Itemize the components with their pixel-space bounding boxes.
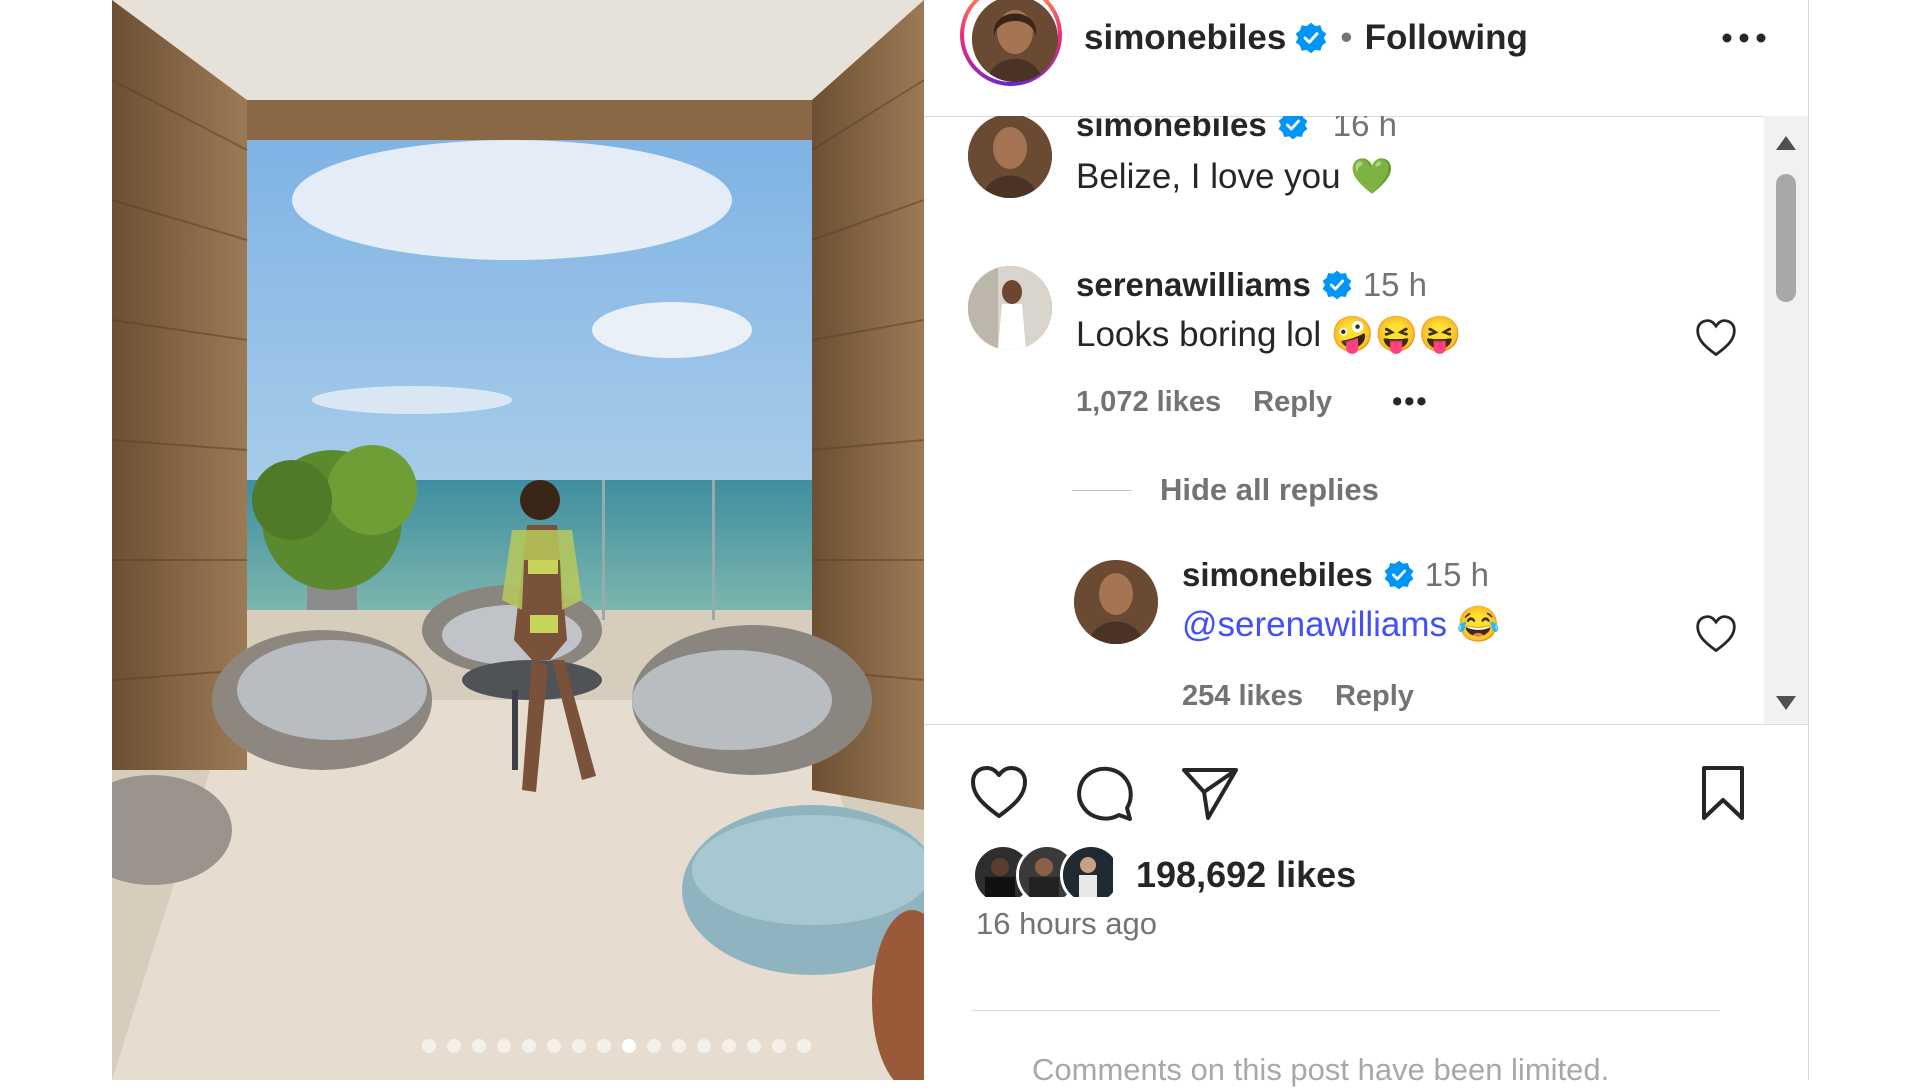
reply-avatar[interactable]: [1074, 560, 1158, 644]
comment-avatar[interactable]: [968, 116, 1052, 198]
comment-avatar[interactable]: [968, 266, 1052, 350]
verified-badge-icon: [1295, 22, 1327, 54]
following-button[interactable]: Following: [1365, 18, 1528, 58]
comment-header: simonebiles 16 h: [1076, 116, 1397, 144]
carousel-dot: [772, 1039, 786, 1053]
carousel-dot: [622, 1039, 636, 1053]
post-likes-count[interactable]: 198,692 likes: [1136, 854, 1356, 896]
scroll-down-arrow-icon[interactable]: [1774, 694, 1798, 714]
comment-time: 15 h: [1362, 266, 1428, 303]
reply-likes[interactable]: 254 likes: [1182, 680, 1303, 713]
comments-list[interactable]: simonebiles 16 h Belize, I love you 💚 se…: [924, 116, 1808, 725]
likes-summary: 198,692 likes: [972, 844, 1356, 906]
comment-meta: 1,072 likes Reply •••: [1076, 386, 1429, 419]
comments-scrollbar[interactable]: [1764, 116, 1808, 724]
separator-dot: •: [1340, 18, 1353, 57]
like-comment-icon[interactable]: [1694, 316, 1738, 360]
carousel-dot: [422, 1039, 436, 1053]
story-ring[interactable]: [960, 0, 1062, 86]
author-username[interactable]: simonebiles: [1084, 18, 1286, 58]
reply-meta: 254 likes Reply: [1182, 680, 1414, 713]
mention-link[interactable]: @serenawilliams: [1182, 605, 1447, 644]
bookmark-icon[interactable]: [1692, 762, 1754, 824]
carousel-dot: [647, 1039, 661, 1053]
reply-header: simonebiles 15 h: [1182, 556, 1489, 594]
more-options-icon: [1722, 33, 1766, 43]
carousel-dot: [547, 1039, 561, 1053]
comment-text: Looks boring lol 🤪😝😝: [1076, 315, 1462, 354]
reply-button[interactable]: Reply: [1253, 386, 1332, 419]
carousel-dot: [797, 1039, 811, 1053]
comment-time: 16 h: [1332, 116, 1397, 143]
post-image[interactable]: [112, 0, 924, 1080]
author-avatar[interactable]: [972, 0, 1058, 82]
hide-replies-button[interactable]: Hide all replies: [1072, 472, 1379, 508]
comment-header: serenawilliams 15 h: [1076, 266, 1427, 304]
carousel-dot: [572, 1039, 586, 1053]
carousel-dot: [497, 1039, 511, 1053]
verified-badge-icon: [1384, 560, 1414, 590]
post-timestamp: 16 hours ago: [976, 906, 1157, 941]
verified-badge-icon: [1322, 270, 1352, 300]
comment-icon[interactable]: [1074, 762, 1136, 824]
carousel-dot: [697, 1039, 711, 1053]
send-icon[interactable]: [1178, 762, 1240, 824]
scroll-up-arrow-icon[interactable]: [1774, 132, 1798, 152]
comment-more-button[interactable]: •••: [1392, 386, 1428, 419]
like-reply-icon[interactable]: [1694, 612, 1738, 656]
reply-username[interactable]: simonebiles: [1182, 556, 1373, 594]
reply-button[interactable]: Reply: [1335, 680, 1414, 713]
carousel-dot: [597, 1039, 611, 1053]
comment-likes[interactable]: 1,072 likes: [1076, 386, 1221, 419]
author-line: simonebiles • Following: [1084, 14, 1528, 62]
carousel-dot: [672, 1039, 686, 1053]
carousel-indicator: [422, 1038, 811, 1054]
divider: [972, 1010, 1720, 1011]
reply-emoji: 😂: [1456, 605, 1501, 644]
more-options-button[interactable]: [1714, 18, 1774, 58]
scrollbar-thumb[interactable]: [1776, 174, 1796, 302]
reply-text: @serenawilliams 😂: [1182, 604, 1500, 645]
hide-replies-label: Hide all replies: [1160, 472, 1379, 507]
verified-badge-icon: [1278, 116, 1308, 140]
carousel-dot: [472, 1039, 486, 1053]
liker-avatar[interactable]: [1060, 844, 1122, 906]
post-details-panel: simonebiles • Following simonebiles 16 h…: [924, 0, 1809, 1087]
post-header: simonebiles • Following: [924, 0, 1808, 117]
carousel-dot: [747, 1039, 761, 1053]
caption-text: Belize, I love you 💚: [1076, 157, 1394, 196]
reply-time: 15 h: [1424, 556, 1489, 593]
carousel-dot: [722, 1039, 736, 1053]
divider-line: [1072, 489, 1132, 491]
carousel-dot: [522, 1039, 536, 1053]
carousel-dot: [447, 1039, 461, 1053]
comment-username[interactable]: simonebiles: [1076, 116, 1267, 144]
comment-username[interactable]: serenawilliams: [1076, 266, 1311, 304]
heart-icon[interactable]: [968, 762, 1030, 824]
comments-limited-notice: Comments on this post have been limited.: [1032, 1052, 1610, 1087]
